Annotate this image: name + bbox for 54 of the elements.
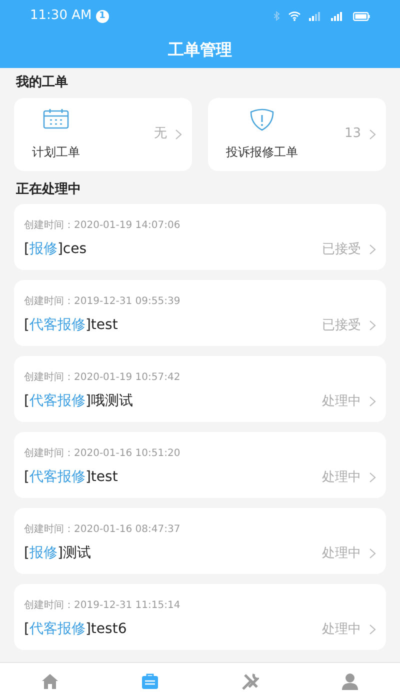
- wifi-icon: [288, 11, 301, 21]
- created-time: 创建时间：2020-01-16 08:47:37: [24, 524, 180, 535]
- order-status: 处理中: [322, 468, 361, 487]
- calendar-icon: [43, 108, 69, 130]
- order-status: 处理中: [322, 392, 361, 411]
- battery-icon: [353, 12, 370, 20]
- section-title: 正在处理中: [16, 182, 81, 196]
- order-category-tile[interactable]: 投诉报修工单 13: [208, 98, 386, 170]
- order-title: [报修]ces: [24, 240, 87, 259]
- page-title: 工单管理: [168, 39, 232, 61]
- order-card[interactable]: 创建时间：2020-01-16 10:51:20 [代客报修]test 处理中: [14, 432, 386, 498]
- created-time: 创建时间：2020-01-16 10:51:20: [24, 448, 180, 459]
- person-icon[interactable]: [341, 673, 359, 690]
- order-title: [代客报修]test6: [24, 620, 127, 639]
- tile-label: 投诉报修工单: [226, 144, 298, 160]
- chevron-icon: [175, 128, 182, 140]
- order-card[interactable]: 创建时间：2020-01-16 08:47:37 [报修]测试 处理中: [14, 508, 386, 574]
- created-time: 创建时间：2019-12-31 11:15:14: [24, 600, 180, 611]
- tile-label: 计划工单: [32, 144, 80, 160]
- chevron-icon: [369, 548, 376, 559]
- created-time: 创建时间：2020-01-19 14:07:06: [24, 220, 180, 231]
- order-title: [代客报修]哦测试: [24, 392, 133, 411]
- order-count: 13: [344, 125, 361, 144]
- clock: 11:30 AM: [30, 7, 92, 26]
- created-time: 创建时间：2019-12-31 09:55:39: [24, 296, 180, 307]
- order-card[interactable]: 创建时间：2019-12-31 09:55:39 [代客报修]test 已接受: [14, 280, 386, 346]
- briefcase-icon[interactable]: [141, 673, 159, 690]
- home-icon[interactable]: [41, 673, 59, 690]
- order-title: [代客报修]test: [24, 468, 118, 487]
- order-status: 处理中: [322, 620, 361, 639]
- order-card[interactable]: 创建时间：2020-01-19 14:07:06 [报修]ces 已接受: [14, 204, 386, 270]
- order-status: 已接受: [322, 316, 361, 335]
- shield-alert-icon: [249, 108, 275, 130]
- order-title: [报修]测试: [24, 544, 91, 563]
- order-status: 处理中: [322, 544, 361, 563]
- order-count: 无: [154, 125, 167, 144]
- order-card[interactable]: 创建时间：2019-12-31 11:15:14 [代客报修]test6 处理中: [14, 584, 386, 650]
- chevron-icon: [369, 244, 376, 255]
- chevron-icon: [369, 128, 376, 140]
- created-time: 创建时间：2020-01-19 10:57:42: [24, 372, 180, 383]
- signal-icon: [331, 12, 345, 20]
- section-title: 我的工单: [16, 75, 68, 90]
- order-card[interactable]: 创建时间：2020-01-19 10:57:42 [代客报修]哦测试 处理中: [14, 356, 386, 422]
- chevron-icon: [369, 624, 376, 635]
- chevron-icon: [369, 320, 376, 331]
- chevron-icon: [369, 396, 376, 407]
- order-title: [代客报修]test: [24, 316, 118, 335]
- order-status: 已接受: [322, 240, 361, 259]
- tools-icon[interactable]: [241, 673, 259, 690]
- order-category-tile[interactable]: 计划工单 无: [14, 98, 192, 170]
- chevron-icon: [369, 472, 376, 483]
- notification-badge: 1: [96, 10, 109, 22]
- bluetooth-icon: [274, 11, 280, 21]
- signal-icon: [309, 12, 323, 20]
